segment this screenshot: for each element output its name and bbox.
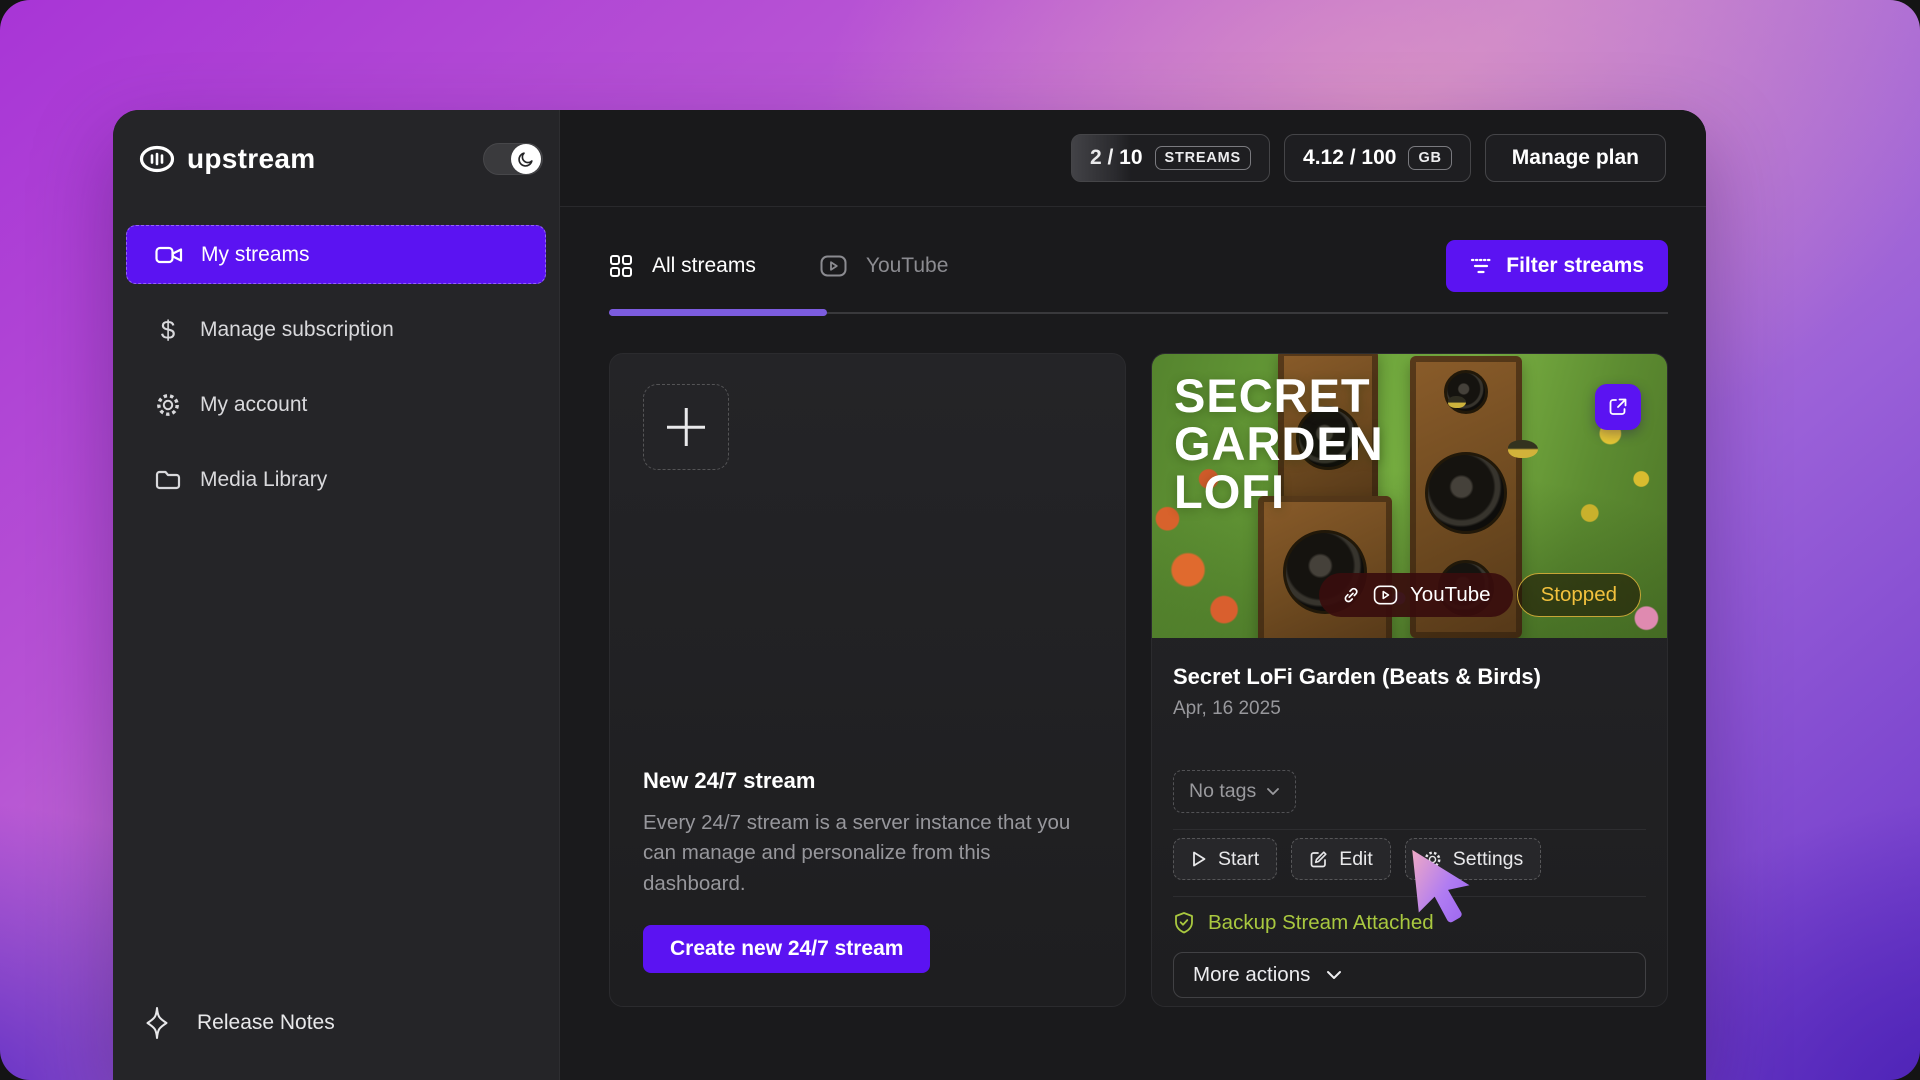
tags-dropdown[interactable]: No tags	[1173, 770, 1297, 813]
tabs-underline-active	[609, 309, 827, 316]
youtube-icon	[820, 255, 847, 277]
chevron-down-icon	[1326, 970, 1342, 980]
main-area: 2 / 10 STREAMS 4.12 / 100 GB Manage plan	[560, 110, 1706, 1080]
release-notes-label: Release Notes	[197, 1011, 335, 1034]
create-stream-button[interactable]: Create new 24/7 stream	[643, 925, 931, 973]
sidebar-item-manage-subscription[interactable]: $ Manage subscription	[126, 300, 546, 359]
app-window: upstream My streams $ Manage subscriptio…	[113, 110, 1706, 1080]
stream-card: SECRET GARDEN LOFI YouTube Stopped Secre…	[1151, 353, 1668, 1007]
open-stream-button[interactable]	[1595, 384, 1641, 430]
sidebar-item-label: Media Library	[200, 467, 328, 491]
dark-mode-toggle[interactable]	[483, 142, 543, 175]
sparkle-icon	[141, 1006, 173, 1040]
backup-stream-label: Backup Stream Attached	[1208, 911, 1434, 934]
folder-icon	[154, 469, 182, 491]
video-camera-icon	[155, 244, 183, 266]
link-icon	[1341, 585, 1361, 605]
sidebar: upstream My streams $ Manage subscriptio…	[113, 110, 560, 1080]
gear-icon	[1423, 850, 1442, 869]
dollar-icon: $	[160, 314, 176, 345]
sidebar-item-release-notes[interactable]: Release Notes	[113, 1006, 559, 1080]
tab-youtube[interactable]: YouTube	[820, 254, 949, 278]
upstream-logo-icon	[139, 145, 175, 173]
status-badge: Stopped	[1516, 573, 1641, 617]
filter-streams-button[interactable]: Filter streams	[1446, 240, 1668, 292]
add-stream-button[interactable]	[643, 384, 729, 470]
tab-label: All streams	[652, 254, 756, 277]
streams-unit-chip: STREAMS	[1154, 146, 1252, 170]
plus-icon	[644, 385, 728, 469]
desktop-background: upstream My streams $ Manage subscriptio…	[0, 0, 1920, 1080]
edit-button[interactable]: Edit	[1291, 838, 1391, 880]
tab-label: YouTube	[865, 254, 949, 277]
stream-cards-grid: New 24/7 stream Every 24/7 stream is a s…	[609, 353, 1668, 1007]
tabs-underline	[609, 309, 1668, 316]
sidebar-item-label: My account	[200, 392, 308, 416]
top-bar: 2 / 10 STREAMS 4.12 / 100 GB Manage plan	[560, 110, 1706, 207]
manage-plan-button[interactable]: Manage plan	[1484, 134, 1666, 182]
platform-label: YouTube	[1410, 583, 1491, 606]
sidebar-nav: My streams $ Manage subscription My acco…	[113, 207, 559, 509]
bird	[1448, 396, 1466, 408]
thumbnail-title: SECRET GARDEN LOFI	[1174, 369, 1384, 518]
youtube-icon	[1373, 585, 1398, 605]
stream-date: Apr, 16 2025	[1173, 698, 1281, 719]
moon-icon	[517, 150, 535, 168]
brand-logo: upstream	[139, 143, 315, 175]
content-area: All streams YouTube Filter streams New 2…	[560, 207, 1706, 1080]
storage-usage-value: 4.12 / 100	[1303, 146, 1397, 169]
storage-usage-badge: 4.12 / 100 GB	[1284, 134, 1471, 182]
chevron-down-icon	[1266, 787, 1280, 796]
streams-usage-value: 2 / 10	[1089, 146, 1143, 169]
tags-label: No tags	[1189, 780, 1257, 802]
toggle-knob	[511, 143, 541, 174]
sidebar-item-label: My streams	[201, 242, 310, 266]
grid-icon	[609, 254, 633, 278]
divider	[1173, 829, 1646, 830]
play-icon	[1191, 850, 1207, 868]
new-stream-description: Every 24/7 stream is a server instance t…	[643, 811, 1071, 895]
streams-usage-badge: 2 / 10 STREAMS	[1070, 134, 1271, 182]
new-stream-title: New 24/7 stream	[643, 768, 816, 794]
tabs-bar: All streams YouTube Filter streams	[609, 235, 1668, 297]
sidebar-item-media-library[interactable]: Media Library	[126, 450, 546, 509]
shield-check-icon	[1173, 911, 1195, 935]
stream-actions: Start Edit Settings	[1173, 838, 1646, 880]
more-actions-button[interactable]: More actions	[1173, 952, 1646, 998]
sidebar-item-my-streams[interactable]: My streams	[126, 225, 546, 284]
platform-badge: YouTube	[1319, 573, 1513, 617]
divider	[1173, 896, 1646, 897]
filter-streams-label: Filter streams	[1506, 254, 1644, 277]
bird	[1508, 440, 1538, 458]
sidebar-item-label: Manage subscription	[200, 317, 394, 341]
new-stream-card: New 24/7 stream Every 24/7 stream is a s…	[609, 353, 1126, 1007]
start-button[interactable]: Start	[1173, 838, 1278, 880]
stream-thumbnail: SECRET GARDEN LOFI YouTube Stopped	[1152, 354, 1667, 638]
sidebar-item-my-account[interactable]: My account	[126, 375, 546, 434]
storage-unit-chip: GB	[1408, 146, 1452, 170]
gear-icon	[154, 392, 182, 418]
stream-title: Secret LoFi Garden (Beats & Birds)	[1173, 664, 1541, 689]
tab-all-streams[interactable]: All streams	[609, 254, 756, 278]
filter-icon	[1470, 257, 1492, 275]
settings-button[interactable]: Settings	[1404, 838, 1542, 880]
brand-name: upstream	[187, 142, 316, 174]
external-link-icon	[1607, 396, 1629, 418]
backup-stream-status: Backup Stream Attached	[1173, 911, 1646, 935]
edit-icon	[1309, 850, 1328, 869]
